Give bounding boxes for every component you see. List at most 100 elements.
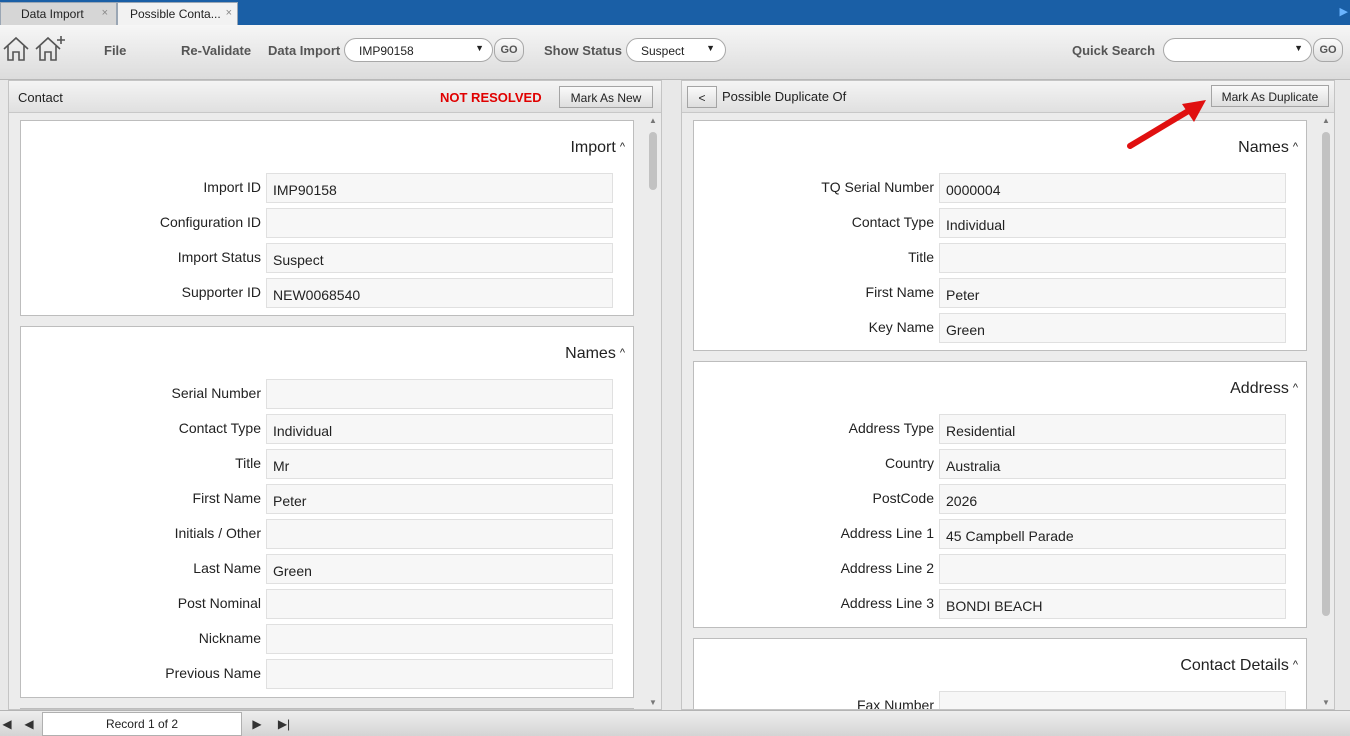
contact-type-field[interactable]: Individual: [266, 414, 613, 444]
address-type-field[interactable]: Residential: [939, 414, 1286, 444]
field-label: Import Status: [177, 249, 261, 265]
import-id-field[interactable]: IMP90158: [266, 173, 613, 203]
postcode-field[interactable]: 2026: [939, 484, 1286, 514]
scroll-up-icon[interactable]: ▲: [649, 116, 657, 125]
field-label: Key Name: [868, 319, 934, 335]
field-label: Country: [884, 455, 934, 471]
tab-overflow-icon[interactable]: ▶: [1340, 5, 1348, 18]
nickname-field[interactable]: [266, 624, 613, 654]
last-record-icon[interactable]: ▶|: [273, 715, 295, 735]
previous-record-icon[interactable]: ◀: [18, 715, 40, 735]
field-label: Contact Type: [178, 420, 261, 436]
address-line-1-field[interactable]: 45 Campbell Parade: [939, 519, 1286, 549]
contact-details-section: Contact Details ^ Fax Number: [693, 638, 1307, 709]
tab-data-import[interactable]: Data Import ×: [0, 2, 117, 25]
title-field[interactable]: Mr: [266, 449, 613, 479]
address-line-3-field[interactable]: BONDI BEACH: [939, 589, 1286, 619]
scrollbar[interactable]: ▲ ▼: [1320, 114, 1332, 709]
field-label: Serial Number: [171, 385, 261, 401]
chevron-up-icon: ^: [1292, 659, 1298, 671]
add-home-icon[interactable]: [34, 35, 66, 63]
quick-search-go-button[interactable]: GO: [1313, 38, 1343, 62]
serial-number-field[interactable]: [266, 379, 613, 409]
section-title[interactable]: Address ^: [1230, 380, 1298, 398]
quick-search-input[interactable]: ▼: [1163, 38, 1312, 62]
field-label: PostCode: [872, 490, 934, 506]
home-icon[interactable]: [2, 35, 30, 63]
data-import-label: Data Import: [268, 43, 341, 58]
quick-search-label: Quick Search: [1072, 43, 1156, 58]
field-label: Initials / Other: [174, 525, 261, 541]
back-button[interactable]: <: [687, 86, 717, 108]
field-label: Last Name: [193, 560, 261, 576]
show-status-label: Show Status: [544, 43, 623, 58]
address-section: Address ^ Address Type Residential Countr…: [693, 361, 1307, 628]
scroll-thumb[interactable]: [1322, 132, 1330, 616]
first-name-field[interactable]: Peter: [266, 484, 613, 514]
contact-panel: Contact NOT RESOLVED Mark As New Import ^…: [8, 80, 662, 710]
country-field[interactable]: Australia: [939, 449, 1286, 479]
section-title[interactable]: Import ^: [570, 139, 625, 157]
initials-field[interactable]: [266, 519, 613, 549]
address-line-2-field[interactable]: [939, 554, 1286, 584]
data-import-go-button[interactable]: GO: [494, 38, 524, 62]
field-label: Contact Type: [851, 214, 934, 230]
annotation-arrow-icon: [1127, 100, 1206, 149]
chevron-up-icon: ^: [619, 347, 625, 359]
chevron-down-icon: ▼: [475, 43, 484, 53]
field-label: Supporter ID: [181, 284, 261, 300]
chevron-up-icon: ^: [1292, 141, 1298, 153]
status-badge: NOT RESOLVED: [440, 90, 542, 105]
post-nominal-field[interactable]: [266, 589, 613, 619]
section-title[interactable]: Names ^: [565, 345, 625, 363]
field-label: Address Line 3: [840, 595, 934, 611]
contact-panel-header: Contact NOT RESOLVED Mark As New: [9, 81, 661, 113]
fax-number-field[interactable]: [939, 691, 1286, 709]
supporter-id-field[interactable]: NEW0068540: [266, 278, 613, 308]
next-record-icon[interactable]: ▶: [246, 715, 268, 735]
field-label: First Name: [192, 490, 261, 506]
revalidate-button[interactable]: Re-Validate: [181, 43, 251, 58]
scroll-thumb[interactable]: [649, 132, 657, 190]
record-indicator: Record 1 of 2: [42, 712, 242, 736]
import-status-field[interactable]: Suspect: [266, 243, 613, 273]
chevron-up-icon: ^: [619, 141, 625, 153]
field-label: Fax Number: [856, 697, 934, 709]
tab-possible-contact[interactable]: Possible Conta... ×: [117, 2, 238, 25]
first-name-field[interactable]: Peter: [939, 278, 1286, 308]
field-label: Post Nominal: [177, 595, 261, 611]
tq-serial-number-field[interactable]: 0000004: [939, 173, 1286, 203]
title-field[interactable]: [939, 243, 1286, 273]
field-label: Address Line 2: [840, 560, 934, 576]
scroll-down-icon[interactable]: ▼: [1322, 698, 1330, 707]
section-title[interactable]: Contact Details ^: [1180, 657, 1298, 675]
key-name-field[interactable]: Green: [939, 313, 1286, 343]
field-label: Previous Name: [165, 665, 261, 681]
import-section: Import ^ Import ID IMP90158 Configuration…: [20, 120, 634, 316]
section-title[interactable]: Names ^: [1238, 139, 1298, 157]
scroll-down-icon[interactable]: ▼: [649, 698, 657, 707]
data-import-select[interactable]: IMP90158 ▼: [344, 38, 493, 62]
field-label: First Name: [865, 284, 934, 300]
previous-name-field[interactable]: [266, 659, 613, 689]
close-icon[interactable]: ×: [226, 7, 232, 19]
show-status-select[interactable]: Suspect ▼: [626, 38, 726, 62]
contact-type-field[interactable]: Individual: [939, 208, 1286, 238]
field-label: Address Type: [848, 420, 934, 436]
mark-as-duplicate-button[interactable]: Mark As Duplicate: [1211, 85, 1329, 107]
field-label: Nickname: [198, 630, 261, 646]
file-menu[interactable]: File: [104, 43, 126, 58]
next-section: [20, 708, 634, 709]
configuration-id-field[interactable]: [266, 208, 613, 238]
close-icon[interactable]: ×: [102, 7, 108, 19]
duplicate-panel-header: < Possible Duplicate Of Mark As Duplicat…: [682, 81, 1334, 113]
last-name-field[interactable]: Green: [266, 554, 613, 584]
first-record-icon[interactable]: ◀: [0, 715, 18, 735]
mark-as-new-button[interactable]: Mark As New: [559, 86, 653, 108]
scrollbar[interactable]: ▲ ▼: [647, 114, 659, 709]
names-section: Names ^ TQ Serial Number 0000004 Contact …: [693, 120, 1307, 351]
data-import-value: IMP90158: [359, 44, 414, 58]
field-label: Address Line 1: [840, 525, 934, 541]
field-label: Import ID: [203, 179, 261, 195]
scroll-up-icon[interactable]: ▲: [1322, 116, 1330, 125]
